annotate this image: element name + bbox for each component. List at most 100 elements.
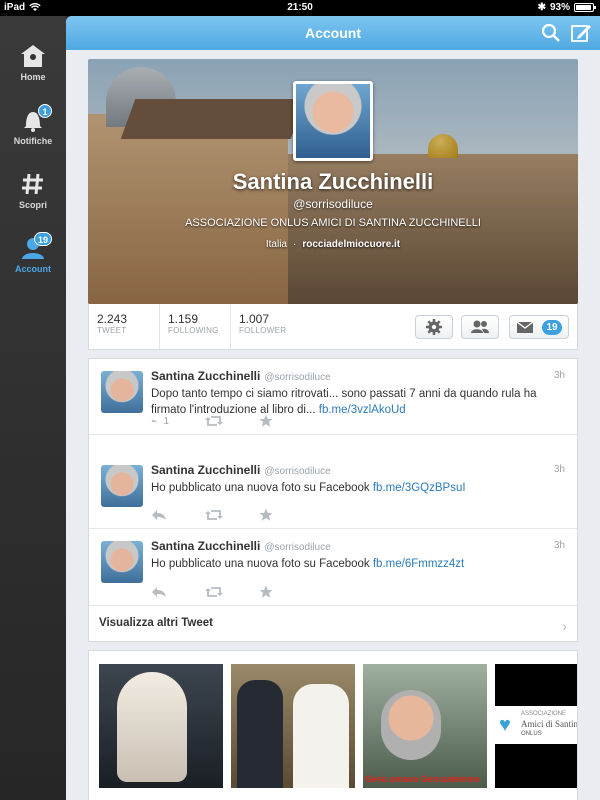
tweet-avatar[interactable] bbox=[101, 371, 143, 413]
rail-label-scopri: Scopri bbox=[18, 200, 47, 210]
tweet-avatar[interactable] bbox=[101, 465, 143, 507]
tweet-author-handle: @sorrisodiluce bbox=[264, 372, 331, 383]
search-icon bbox=[541, 23, 560, 42]
photo-thumbnail[interactable] bbox=[231, 664, 355, 788]
search-button[interactable] bbox=[540, 22, 562, 44]
stat-following[interactable]: 1.159 FOLLOWING bbox=[168, 312, 219, 335]
tweet-link[interactable]: fb.me/3GQzBPsuI bbox=[373, 482, 466, 494]
retweet-button[interactable] bbox=[205, 414, 223, 428]
reply-button[interactable]: 1 bbox=[151, 414, 169, 428]
tweet-author-handle: @sorrisodiluce bbox=[264, 466, 331, 477]
compose-button[interactable] bbox=[570, 22, 592, 44]
photo-strip: Gesù amava Gerusalemme ♥ ASSOCIAZIONE Am… bbox=[88, 650, 578, 800]
profile-handle: @sorrisodiluce bbox=[293, 197, 373, 211]
stat-tweets-value: 2.243 bbox=[97, 312, 128, 326]
tweet-author-name: Santina Zucchinelli bbox=[151, 463, 261, 477]
tweet-link[interactable]: fb.me/6Fmmzz4zt bbox=[373, 558, 464, 570]
people-icon bbox=[471, 320, 489, 333]
mail-icon bbox=[516, 321, 534, 333]
tweet-item[interactable]: Santina Zucchinelli @sorrisodiluce 3h Dop… bbox=[89, 359, 577, 435]
rail-item-scopri[interactable]: Scopri bbox=[0, 172, 66, 228]
battery-icon bbox=[574, 3, 596, 12]
meta-separator: · bbox=[292, 239, 297, 250]
rail-label-account: Account bbox=[15, 264, 51, 274]
tweet-text: Ho pubblicato una nuova foto su Facebook bbox=[151, 558, 370, 570]
tweet-author-handle: @sorrisodiluce bbox=[264, 542, 331, 553]
stat-followers-value: 1.007 bbox=[239, 312, 270, 326]
profile-avatar[interactable] bbox=[293, 81, 373, 161]
stat-followers[interactable]: 1.007 FOLLOWER bbox=[239, 312, 286, 335]
retweet-icon bbox=[205, 587, 223, 597]
reply-icon bbox=[151, 418, 158, 424]
profile-meta: Italia · rocciadelmiocuore.it bbox=[88, 239, 578, 250]
retweet-button[interactable] bbox=[205, 508, 223, 522]
nav-bar: Account bbox=[66, 16, 600, 50]
tweet-item[interactable]: Santina Zucchinelli @sorrisodiluce 3h Ho … bbox=[89, 453, 577, 529]
stat-following-label: FOLLOWING bbox=[168, 326, 219, 335]
reply-icon bbox=[152, 510, 166, 520]
page-title: Account bbox=[305, 25, 361, 41]
compose-icon bbox=[571, 25, 591, 42]
star-icon bbox=[259, 508, 273, 521]
hashtag-icon bbox=[20, 172, 46, 196]
rail-label-home: Home bbox=[20, 72, 46, 82]
profile-website-link[interactable]: rocciadelmiocuore.it bbox=[302, 239, 400, 250]
more-tweets-link[interactable]: Visualizza altri Tweet › bbox=[89, 606, 577, 642]
lists-button[interactable] bbox=[461, 315, 499, 339]
settings-button[interactable] bbox=[415, 315, 453, 339]
retweet-icon bbox=[205, 510, 223, 520]
reply-icon bbox=[152, 587, 166, 597]
profile-name: Santina Zucchinelli bbox=[232, 169, 434, 194]
photo-thumbnail[interactable]: Gesù amava Gerusalemme bbox=[363, 664, 487, 788]
favorite-button[interactable] bbox=[259, 585, 277, 599]
tweet-list: Santina Zucchinelli @sorrisodiluce 3h Dop… bbox=[88, 358, 578, 642]
photo-thumbnail[interactable]: ♥ ASSOCIAZIONE Amici di Santina ONLUS bbox=[495, 664, 577, 788]
stat-tweets[interactable]: 2.243 TWEET bbox=[97, 312, 127, 335]
user-icon: 19 bbox=[20, 232, 52, 260]
rail-label-notifiche: Notifiche bbox=[13, 136, 53, 146]
tweet-author-name: Santina Zucchinelli bbox=[151, 369, 261, 383]
clock: 21:50 bbox=[287, 2, 313, 13]
tweet-time: 3h bbox=[553, 540, 565, 551]
bell-icon: 1 bbox=[20, 104, 52, 132]
bluetooth-icon: ✱ bbox=[537, 2, 546, 13]
retweet-button[interactable] bbox=[205, 585, 223, 599]
tweet-author-name: Santina Zucchinelli bbox=[151, 539, 261, 553]
rail-item-notifiche[interactable]: 1 Notifiche bbox=[0, 104, 66, 164]
heart-icon: ♥ bbox=[499, 714, 511, 736]
favorite-button[interactable] bbox=[259, 414, 277, 428]
rail-item-account[interactable]: 19 Account bbox=[0, 232, 66, 292]
nav-rail: Home 1 Notifiche Scopri 19 Account bbox=[0, 16, 66, 800]
star-icon bbox=[259, 585, 273, 598]
favorite-button[interactable] bbox=[259, 508, 277, 522]
association-logo: ♥ ASSOCIAZIONE Amici di Santina ONLUS bbox=[495, 706, 577, 744]
tweet-link[interactable]: fb.me/3vzlAkoUd bbox=[319, 404, 406, 416]
home-icon bbox=[20, 44, 46, 68]
messages-badge: 19 bbox=[542, 320, 562, 335]
account-panel: Account Santina Zucchinelli @sorrisodilu… bbox=[66, 16, 600, 800]
reply-button[interactable] bbox=[151, 508, 169, 522]
photo-caption: Gesù amava Gerusalemme bbox=[365, 774, 481, 784]
stat-followers-label: FOLLOWER bbox=[239, 326, 287, 335]
chevron-right-icon: › bbox=[562, 618, 567, 634]
status-bar: iPad 21:50 ✱ 93% bbox=[0, 0, 600, 16]
stat-following-value: 1.159 bbox=[168, 312, 199, 326]
retweet-icon bbox=[205, 416, 223, 426]
tweet-time: 3h bbox=[553, 370, 565, 381]
more-tweets-label: Visualizza altri Tweet bbox=[99, 617, 213, 629]
profile-location: Italia bbox=[265, 239, 287, 250]
messages-button[interactable]: 19 bbox=[509, 315, 569, 339]
tweet-item[interactable]: Santina Zucchinelli @sorrisodiluce 3h Ho … bbox=[89, 529, 577, 606]
star-icon bbox=[259, 414, 273, 427]
tweet-text: Ho pubblicato una nuova foto su Facebook bbox=[151, 482, 370, 494]
reply-button[interactable] bbox=[151, 585, 169, 599]
stat-tweets-label: TWEET bbox=[97, 326, 127, 335]
rail-item-home[interactable]: Home bbox=[0, 44, 66, 100]
photo-thumbnail[interactable] bbox=[99, 664, 223, 788]
tweet-time: 3h bbox=[553, 464, 565, 475]
notifications-badge: 1 bbox=[38, 104, 52, 118]
profile-header: Santina Zucchinelli @sorrisodiluce ASSOC… bbox=[88, 59, 578, 304]
profile-stats: 2.243 TWEET 1.159 FOLLOWING 1.007 FOLLOW… bbox=[88, 304, 578, 350]
battery-percent: 93% bbox=[549, 2, 570, 13]
tweet-avatar[interactable] bbox=[101, 541, 143, 583]
